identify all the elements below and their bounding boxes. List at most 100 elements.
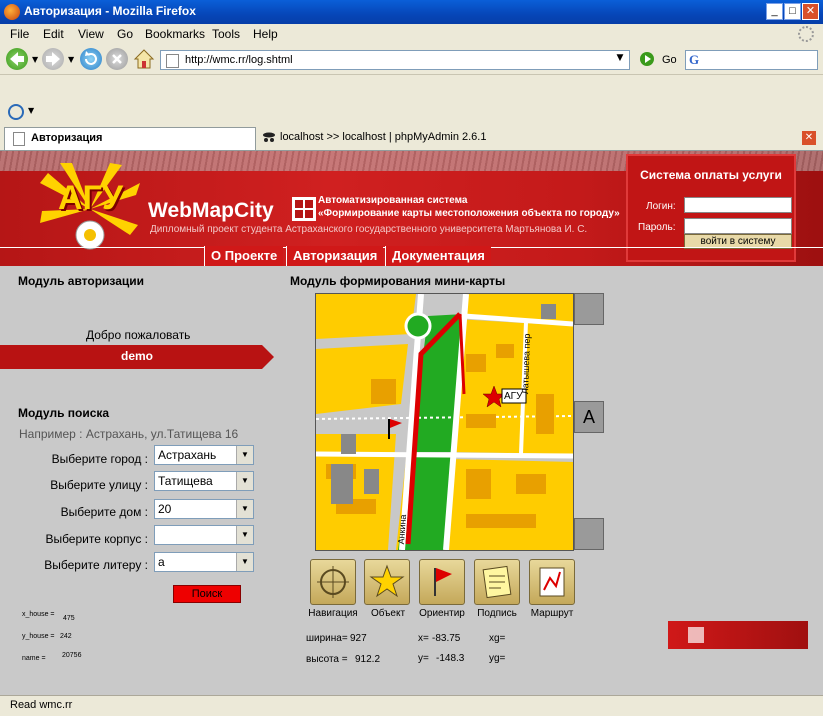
x-label: x=: [418, 633, 429, 644]
address-bar[interactable]: http://wmc.rr/log.shtml ▼: [160, 50, 630, 70]
landmark-tool-label: Ориентир: [419, 608, 465, 619]
system-icon: [292, 197, 316, 221]
go-icon[interactable]: [640, 52, 654, 66]
login-box-title: Система оплаты услуги: [640, 168, 782, 182]
chevron-down-icon[interactable]: ▼: [236, 526, 253, 544]
bookmarks-toolbar: ▼: [0, 98, 823, 127]
home-icon[interactable]: [133, 48, 155, 70]
letter-select[interactable]: а ▼: [154, 552, 254, 572]
login-box: Система оплаты услуги Логин: Пароль: вой…: [626, 154, 796, 262]
menu-view[interactable]: View: [78, 27, 104, 41]
footer-logo-icon: [688, 627, 704, 643]
page-content: АГУ WebMapCity Автоматизированная систем…: [0, 151, 823, 695]
stop-icon[interactable]: [106, 48, 128, 70]
landmark-tool[interactable]: [419, 559, 465, 605]
building-label: Выберите корпус :: [45, 532, 148, 546]
chevron-down-icon[interactable]: ▼: [236, 472, 253, 490]
house-select[interactable]: 20 ▼: [154, 499, 254, 519]
yg-label: yg=: [489, 653, 506, 664]
city-select[interactable]: Астрахань ▼: [154, 445, 254, 465]
menu-file[interactable]: File: [10, 27, 29, 41]
extension-icon[interactable]: [8, 104, 24, 120]
object-tool[interactable]: [364, 559, 410, 605]
username: demo: [120, 349, 153, 363]
city-label: Выберите город :: [51, 452, 148, 466]
map-letter-button[interactable]: A: [574, 401, 604, 433]
menu-go[interactable]: Go: [117, 27, 133, 41]
system-title-line2: «Формирование карты местоположения объек…: [318, 208, 620, 219]
system-title-line1: Автоматизированная система: [318, 195, 468, 206]
caption-tool-label: Подпись: [477, 608, 517, 619]
y-value: -148.3: [436, 653, 465, 664]
building-select[interactable]: ▼: [154, 525, 254, 545]
address-url: http://wmc.rr/log.shtml: [185, 54, 293, 66]
minimize-button[interactable]: _: [766, 3, 783, 20]
object-tool-label: Объект: [370, 608, 406, 619]
tab-label: localhost >> localhost | phpMyAdmin 2.6.…: [280, 131, 487, 143]
close-button[interactable]: ✕: [802, 3, 819, 20]
x-value: -83.75: [432, 633, 461, 644]
street-select[interactable]: Татищева ▼: [154, 471, 254, 491]
route-tool-label: Маршрут: [530, 608, 574, 619]
tab-authorization[interactable]: Авторизация: [4, 127, 256, 150]
house-value: 20: [158, 502, 172, 516]
menu-help[interactable]: Help: [253, 27, 278, 41]
menu-tools[interactable]: Tools: [212, 27, 240, 41]
chevron-down-icon[interactable]: ▼: [236, 446, 253, 464]
star-marker-icon[interactable]: [486, 384, 508, 408]
window-title-bar: Авторизация - Mozilla Firefox _ □ ✕: [0, 0, 823, 24]
street-label-left: Анкина: [396, 514, 409, 545]
menu-bookmarks[interactable]: Bookmarks: [145, 27, 205, 41]
close-tab-icon[interactable]: ✕: [802, 131, 816, 145]
navigation-tool-label: Навигация: [308, 608, 358, 619]
route-map-icon: [539, 567, 565, 597]
map-scroll-down-button[interactable]: [574, 518, 604, 550]
status-bar: Read wmc.rr: [0, 695, 823, 716]
xg-label: xg=: [489, 633, 506, 644]
x-house-label: x_house =: [22, 611, 55, 618]
name-label: name =: [22, 655, 46, 662]
login-label: Логин:: [646, 201, 676, 212]
nav-documentation[interactable]: Документация: [385, 246, 491, 266]
forward-dropdown-icon[interactable]: ▼: [68, 55, 74, 64]
x-house-value: 475: [63, 615, 75, 622]
incognito-icon: [262, 131, 276, 143]
house-label: Выберите дом :: [60, 505, 148, 519]
chevron-down-icon[interactable]: ▼: [236, 553, 253, 571]
extension-dropdown-icon[interactable]: ▼: [28, 106, 34, 115]
search-example: Например : Астрахань, ул.Татищева 16: [19, 427, 239, 441]
back-icon[interactable]: [6, 48, 28, 70]
map-scroll-up-button[interactable]: [574, 293, 604, 325]
search-module-title: Модуль поиска: [18, 406, 110, 420]
back-dropdown-icon[interactable]: ▼: [32, 55, 38, 64]
forward-icon[interactable]: [42, 48, 64, 70]
login-input[interactable]: [684, 197, 792, 213]
welcome-text: Добро пожаловать: [86, 328, 191, 342]
nav-about[interactable]: О Проекте: [204, 246, 284, 266]
window-title: Авторизация - Mozilla Firefox: [24, 4, 196, 18]
search-button[interactable]: Поиск: [173, 585, 241, 603]
navigation-tool[interactable]: [310, 559, 356, 605]
address-dropdown-icon[interactable]: ▼: [613, 53, 627, 67]
menu-edit[interactable]: Edit: [43, 27, 64, 41]
chevron-down-icon[interactable]: ▼: [236, 500, 253, 518]
search-box[interactable]: G: [685, 50, 818, 70]
reload-icon[interactable]: [80, 48, 102, 70]
status-text: Read wmc.rr: [10, 699, 73, 711]
width-value: 927: [350, 633, 367, 644]
maximize-button[interactable]: □: [784, 3, 801, 20]
diploma-caption: Дипломный проект студента Астраханского …: [150, 224, 588, 235]
caption-tool[interactable]: [474, 559, 520, 605]
flag-marker-icon[interactable]: [384, 416, 406, 440]
compass-icon: [317, 566, 349, 598]
y-house-value: 242: [60, 633, 72, 640]
mini-map[interactable]: АГУ Латышева пер Анкина: [315, 293, 574, 551]
tab-phpmyadmin[interactable]: localhost >> localhost | phpMyAdmin 2.6.…: [256, 127, 496, 149]
firefox-icon: [4, 4, 20, 20]
password-input[interactable]: [684, 218, 792, 234]
nav-authorization[interactable]: Авторизация: [286, 246, 384, 266]
menu-bar: File Edit View Go Bookmarks Tools Help: [0, 24, 823, 44]
note-icon: [482, 565, 512, 599]
go-button[interactable]: Go: [662, 54, 677, 66]
route-tool[interactable]: [529, 559, 575, 605]
